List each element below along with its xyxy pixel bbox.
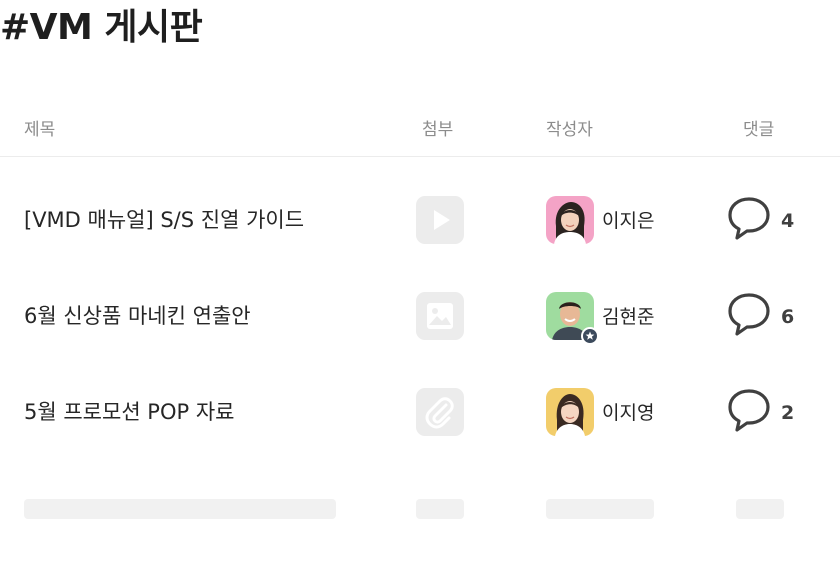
post-row[interactable]: [VMD 매뉴얼] S/S 진열 가이드 이지은 4 [0, 172, 840, 268]
loading-skeleton-row [0, 499, 840, 519]
comment-icon[interactable] [727, 291, 771, 337]
avatar[interactable] [546, 196, 594, 244]
vm-board-page: #VM 게시판 제목 첨부 작성자 댓글 [VMD 매뉴얼] S/S 진열 가이… [0, 0, 840, 561]
skeleton-title [24, 499, 336, 519]
column-header-attachment: 첨부 [422, 120, 454, 140]
column-header-author: 작성자 [546, 120, 593, 140]
avatar-photo-icon [546, 196, 594, 244]
column-header-title: 제목 [24, 120, 56, 140]
column-header-comments: 댓글 [743, 120, 775, 140]
paperclip-icon [425, 397, 454, 429]
star-badge [581, 327, 599, 345]
comment-icon[interactable] [727, 195, 771, 241]
author-name[interactable]: 김현준 [602, 304, 654, 330]
post-row[interactable]: 5월 프로모션 POP 자료 이지영 2 [0, 364, 840, 460]
attachment-file[interactable] [416, 388, 464, 436]
avatar[interactable] [546, 292, 599, 345]
post-title[interactable]: [VMD 매뉴얼] S/S 진열 가이드 [24, 206, 304, 234]
post-title[interactable]: 5월 프로모션 POP 자료 [24, 398, 234, 426]
post-title[interactable]: 6월 신상품 마네킨 연출안 [24, 302, 251, 330]
table-header: 제목 첨부 작성자 댓글 [0, 104, 840, 157]
author-name[interactable]: 이지영 [602, 400, 654, 426]
board-title: #VM 게시판 [0, 7, 203, 48]
comment-count: 6 [781, 306, 795, 328]
avatar[interactable] [546, 388, 594, 436]
star-icon [585, 331, 595, 340]
attachment-video[interactable] [416, 196, 464, 244]
comment-count: 2 [781, 402, 795, 424]
comment-icon[interactable] [727, 387, 771, 433]
avatar-photo-icon [546, 388, 594, 436]
attachment-image[interactable] [416, 292, 464, 340]
image-icon [427, 303, 453, 329]
skeleton-attachment [416, 499, 464, 519]
skeleton-author [546, 499, 654, 519]
play-video-icon [434, 210, 450, 230]
post-row[interactable]: 6월 신상품 마네킨 연출안 김현준 6 [0, 268, 840, 364]
skeleton-comments [736, 499, 784, 519]
comment-count: 4 [781, 210, 795, 232]
author-name[interactable]: 이지은 [602, 208, 654, 234]
